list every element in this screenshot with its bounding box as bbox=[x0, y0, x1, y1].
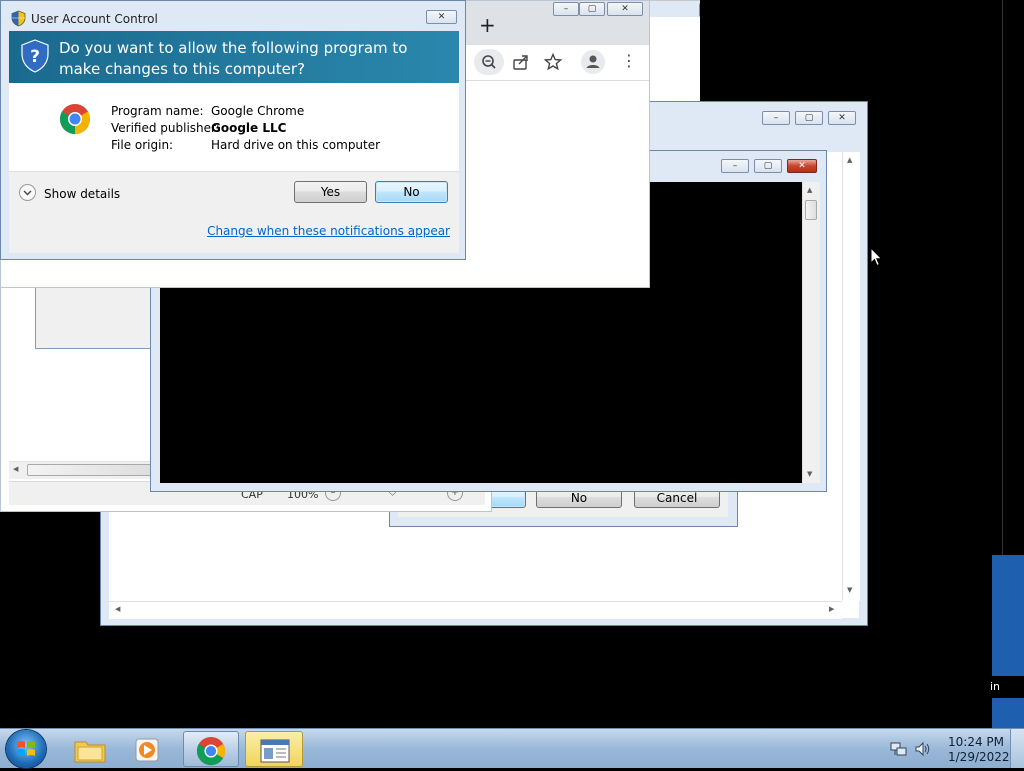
desktop-strip bbox=[992, 555, 1024, 728]
file-origin-label: File origin: bbox=[111, 138, 174, 152]
new-tab-button[interactable]: + bbox=[479, 13, 496, 37]
uac-shield-question-icon: ? bbox=[21, 39, 49, 76]
horizontal-scrollbar[interactable]: ◀ ▶ bbox=[109, 601, 842, 619]
horizontal-scrollbar[interactable]: ◀ bbox=[9, 461, 154, 479]
chrome-menu-icon[interactable]: ⋮ bbox=[621, 51, 637, 70]
chrome-logo-icon bbox=[59, 103, 91, 138]
share-icon[interactable] bbox=[511, 52, 531, 75]
change-notifications-link[interactable]: Change when these notifications appear bbox=[207, 224, 450, 238]
publisher-value: Google LLC bbox=[211, 121, 287, 135]
volume-icon[interactable] bbox=[914, 740, 932, 761]
start-button[interactable] bbox=[6, 730, 46, 768]
maximize-button[interactable]: ▢ bbox=[795, 111, 823, 125]
svg-text:?: ? bbox=[30, 47, 40, 67]
program-name-label: Program name: bbox=[111, 104, 204, 118]
mouse-cursor-icon bbox=[870, 246, 883, 270]
clock-time[interactable]: 10:24 PM bbox=[948, 735, 1004, 749]
minimize-button[interactable]: – bbox=[762, 111, 790, 125]
close-button[interactable]: ✕ bbox=[828, 111, 856, 125]
maximize-button[interactable]: ▢ bbox=[754, 159, 782, 173]
network-icon[interactable] bbox=[890, 740, 908, 761]
taskbar-explorer[interactable] bbox=[62, 731, 118, 767]
yes-button[interactable]: Yes bbox=[294, 181, 367, 203]
show-details-chevron-icon[interactable] bbox=[19, 184, 36, 201]
uac-banner: ? Do you want to allow the following pro… bbox=[9, 31, 459, 83]
taskbar: 10:24 PM 1/29/2022 bbox=[0, 728, 1024, 768]
uac-dialog: User Account Control ✕ ? Do you want to … bbox=[0, 0, 466, 260]
publisher-label: Verified publisher: bbox=[111, 121, 220, 135]
maximize-button[interactable]: ▢ bbox=[579, 2, 605, 16]
uac-content: Program name: Google Chrome Verified pub… bbox=[9, 83, 459, 171]
uac-title-icon bbox=[11, 10, 26, 30]
bookmark-star-icon[interactable] bbox=[543, 52, 563, 75]
zoom-icon[interactable] bbox=[474, 49, 504, 75]
clock-date[interactable]: 1/29/2022 bbox=[948, 750, 1010, 764]
no-button[interactable]: No bbox=[375, 181, 448, 203]
minimize-button[interactable]: – bbox=[721, 159, 749, 173]
profile-avatar-icon[interactable] bbox=[581, 50, 605, 74]
window-app-icon bbox=[260, 738, 290, 767]
uac-footer: Change when these notifications appear bbox=[9, 213, 459, 253]
program-name-value: Google Chrome bbox=[211, 104, 305, 118]
desktop-edge-label-2: in bbox=[990, 680, 1001, 693]
vertical-scrollbar[interactable]: ▲ ▼ bbox=[842, 152, 860, 601]
chrome-taskbar-icon bbox=[196, 736, 226, 769]
folder-icon bbox=[74, 737, 106, 766]
uac-button-area: Show details Yes No bbox=[9, 171, 459, 213]
close-button[interactable]: ✕ bbox=[607, 2, 643, 16]
uac-question: Do you want to allow the following progr… bbox=[59, 39, 408, 78]
taskbar-uac-window[interactable] bbox=[245, 731, 303, 767]
vertical-scrollbar[interactable]: ▲ ▼ bbox=[802, 182, 820, 483]
file-origin-value: Hard drive on this computer bbox=[211, 138, 381, 152]
close-button[interactable]: ✕ bbox=[426, 10, 457, 24]
uac-title: User Account Control bbox=[31, 12, 158, 26]
close-button[interactable]: ✕ bbox=[787, 159, 817, 173]
minimize-button[interactable]: – bbox=[553, 2, 579, 16]
taskbar-media-player[interactable] bbox=[120, 731, 176, 767]
show-desktop-button[interactable] bbox=[1010, 729, 1024, 768]
taskbar-chrome[interactable] bbox=[183, 731, 239, 767]
show-details-link[interactable]: Show details bbox=[44, 187, 120, 201]
media-player-icon bbox=[134, 737, 162, 766]
